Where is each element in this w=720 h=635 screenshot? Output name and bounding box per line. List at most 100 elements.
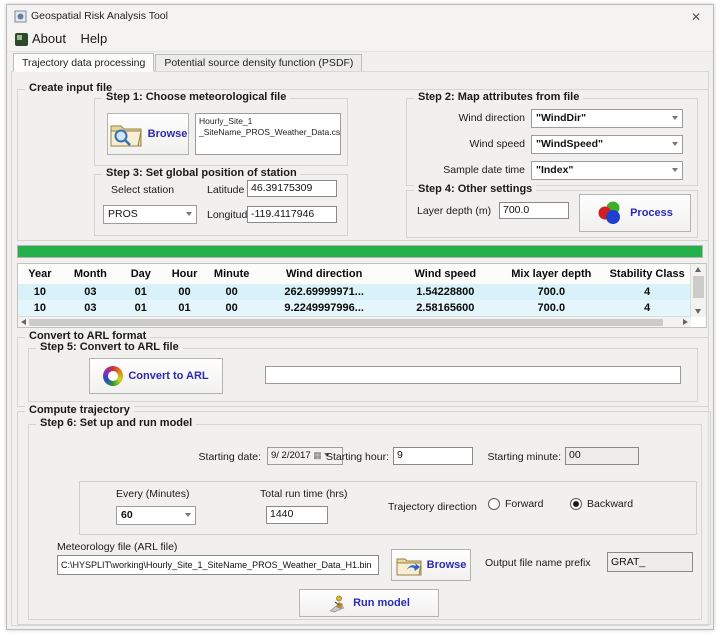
forward-radio[interactable]: Forward xyxy=(488,498,544,510)
radio-circle-icon xyxy=(570,498,582,510)
folder-arrow-icon xyxy=(396,555,422,576)
total-run-time-label: Total run time (hrs) xyxy=(260,488,348,500)
app-icon xyxy=(14,10,27,23)
meteo-file-line2: _SiteName_PROS_Weather_Data.csv xyxy=(199,127,337,138)
convert-to-arl-button[interactable]: Convert to ARL xyxy=(89,358,223,394)
app-window: Geospatial Risk Analysis Tool ✕ About He… xyxy=(6,4,714,630)
wind-direction-select[interactable]: "WindDir" xyxy=(531,109,683,128)
color-ring-icon xyxy=(103,366,123,386)
chevron-down-icon xyxy=(186,212,192,216)
trajectory-direction-label: Trajectory direction xyxy=(388,501,477,513)
table-cell: 01 xyxy=(119,284,163,300)
menu-item-help[interactable]: Help xyxy=(78,29,115,46)
table-body: Year Month Day Hour Minute Wind directio… xyxy=(18,264,691,317)
table-cell: 10 xyxy=(18,300,62,316)
forward-label: Forward xyxy=(505,498,544,510)
table-cell: 03 xyxy=(62,284,119,300)
compute-trajectory-title: Compute trajectory xyxy=(25,404,134,416)
met-file-field[interactable]: C:\HYSPLIT\working\Hourly_Site_1_SiteNam… xyxy=(57,555,379,575)
output-prefix-field[interactable]: GRAT_ xyxy=(607,552,693,572)
met-file-label: Meteorology file (ARL file) xyxy=(57,541,177,553)
backward-radio[interactable]: Backward xyxy=(570,498,633,510)
run-settings-box: Every (Minutes) 60 Total run time (hrs) … xyxy=(79,481,697,535)
column-header[interactable]: Hour xyxy=(163,264,207,284)
process-button[interactable]: Process xyxy=(579,194,691,232)
column-header[interactable]: Day xyxy=(119,264,163,284)
arl-progress-bar xyxy=(265,366,681,384)
wind-speed-select[interactable]: "WindSpeed" xyxy=(531,135,683,154)
longitude-field[interactable]: -119.4117946 xyxy=(247,206,337,223)
every-minutes-select[interactable]: 60 xyxy=(116,506,196,525)
tab-psdf[interactable]: Potential source density function (PSDF) xyxy=(155,54,362,72)
column-header[interactable]: Month xyxy=(62,264,119,284)
column-header[interactable]: Wind speed xyxy=(391,264,499,284)
run-model-button[interactable]: Run model xyxy=(299,589,439,617)
table-row[interactable]: 10 03 01 01 00 9.2249997996... 2.5816560… xyxy=(18,300,691,316)
total-run-time-field[interactable]: 1440 xyxy=(266,506,328,524)
radio-circle-icon xyxy=(488,498,500,510)
table-cell: 00 xyxy=(163,284,207,300)
scroll-right-icon[interactable] xyxy=(683,319,688,325)
table-cell: 1.54228800 xyxy=(391,284,499,300)
rgb-circles-icon xyxy=(597,200,625,226)
run-model-icon xyxy=(328,594,348,613)
meteo-file-line1: Hourly_Site_1 xyxy=(199,116,337,127)
step4-group: Step 4: Other settings Layer depth (m) 7… xyxy=(406,190,698,238)
table-cell: 01 xyxy=(119,300,163,316)
menu-bar: About Help xyxy=(7,29,713,52)
horizontal-scrollbar[interactable] xyxy=(18,316,691,327)
process-label: Process xyxy=(630,207,673,219)
wind-speed-value: "WindSpeed" xyxy=(536,138,603,150)
vertical-scroll-thumb[interactable] xyxy=(693,276,704,298)
title-bar: Geospatial Risk Analysis Tool ✕ xyxy=(7,5,713,29)
sample-date-time-select[interactable]: "Index" xyxy=(531,161,683,180)
starting-hour-field[interactable]: 9 xyxy=(393,447,473,465)
table-cell: 700.0 xyxy=(499,300,603,316)
step6-title: Step 6: Set up and run model xyxy=(36,417,196,429)
meteo-file-display: Hourly_Site_1 _SiteName_PROS_Weather_Dat… xyxy=(195,113,341,155)
scroll-down-icon[interactable] xyxy=(695,309,701,314)
close-icon[interactable]: ✕ xyxy=(679,5,713,29)
step5-group: Step 5: Convert to ARL file Convert to A… xyxy=(28,348,698,402)
table-row[interactable]: 10 03 01 00 00 262.69999971... 1.5422880… xyxy=(18,284,691,300)
every-minutes-value: 60 xyxy=(121,509,133,521)
station-select[interactable]: PROS xyxy=(103,205,197,224)
browse-meteo-label: Browse xyxy=(148,128,188,140)
scroll-left-icon[interactable] xyxy=(21,319,26,325)
browse-arl-label: Browse xyxy=(427,559,467,571)
window-title: Geospatial Risk Analysis Tool xyxy=(31,10,168,22)
step1-group: Step 1: Choose meteorological file Brows… xyxy=(94,98,348,166)
menu-item-about[interactable]: About xyxy=(30,29,74,46)
starting-date-label: Starting date: xyxy=(169,451,261,463)
chevron-down-icon xyxy=(672,168,678,172)
wind-speed-label: Wind speed xyxy=(415,138,525,150)
table-cell: 4 xyxy=(603,300,690,316)
browse-arl-button[interactable]: Browse xyxy=(391,549,471,581)
select-station-label: Select station xyxy=(111,184,174,196)
column-header[interactable]: Minute xyxy=(206,264,256,284)
starting-minute-field[interactable]: 00 xyxy=(565,447,639,465)
vertical-scrollbar[interactable] xyxy=(690,264,706,317)
compute-trajectory-group: Compute trajectory Step 6: Set up and ru… xyxy=(17,411,711,625)
table-header-row: Year Month Day Hour Minute Wind directio… xyxy=(18,264,691,284)
browse-meteo-button[interactable]: Browse xyxy=(107,113,189,155)
table-cell: 700.0 xyxy=(499,284,603,300)
table-cell: 01 xyxy=(163,300,207,316)
horizontal-scroll-thumb[interactable] xyxy=(29,319,663,326)
column-header[interactable]: Wind direction xyxy=(257,264,392,284)
tab-trajectory-data-processing[interactable]: Trajectory data processing xyxy=(13,53,154,72)
column-header[interactable]: Stability Class xyxy=(603,264,690,284)
table-cell: 00 xyxy=(206,284,256,300)
starting-minute-label: Starting minute: xyxy=(477,451,561,463)
column-header[interactable]: Mix layer depth xyxy=(499,264,603,284)
sample-date-time-label: Sample date time xyxy=(415,164,525,176)
progress-fill xyxy=(18,246,702,257)
folder-search-icon xyxy=(109,121,143,148)
desktop: Geospatial Risk Analysis Tool ✕ About He… xyxy=(0,0,720,635)
latitude-field[interactable]: 46.39175309 xyxy=(247,180,337,197)
table-cell: 9.2249997996... xyxy=(257,300,392,316)
chevron-down-icon xyxy=(672,142,678,146)
column-header[interactable]: Year xyxy=(18,264,62,284)
scroll-up-icon[interactable] xyxy=(695,267,701,272)
layer-depth-field[interactable]: 700.0 xyxy=(499,202,569,219)
